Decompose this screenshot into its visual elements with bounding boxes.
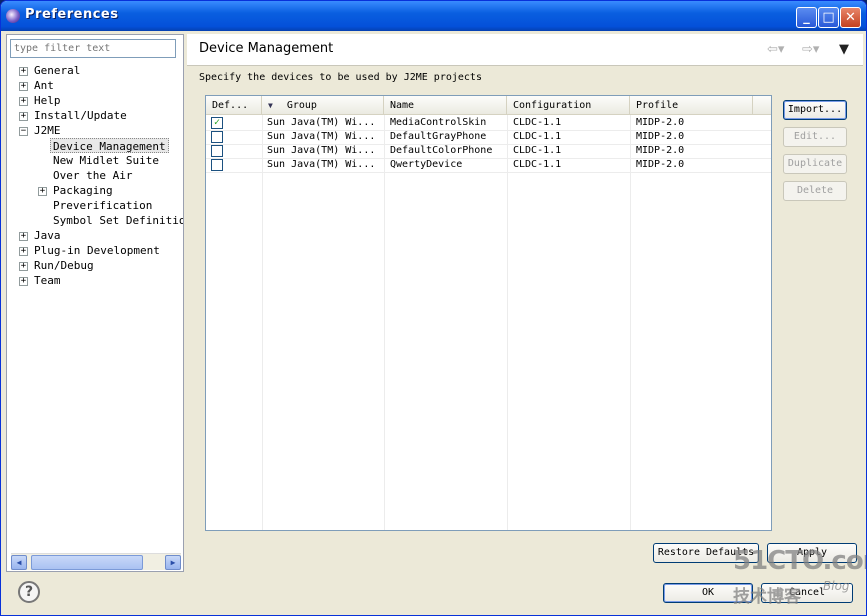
cell-name: DefaultColorPhone — [390, 145, 493, 156]
close-button[interactable]: ✕ — [840, 7, 861, 28]
tree-item-ant[interactable]: Ant — [34, 78, 54, 93]
column-divider — [630, 115, 631, 530]
device-management-page: Device Management ⇦▾ ⇨▾ ▼ Specify the de… — [187, 34, 863, 572]
expand-icon[interactable]: + — [38, 187, 47, 196]
column-header-profile[interactable]: Profile — [630, 96, 753, 115]
sort-descending-icon: ▼ — [268, 101, 273, 110]
cell-profile: MIDP-2.0 — [636, 159, 685, 170]
scrollbar-thumb[interactable] — [31, 555, 143, 570]
menu-dropdown-icon[interactable]: ▼ — [839, 42, 849, 57]
cell-profile: MIDP-2.0 — [636, 131, 685, 142]
title-bar[interactable]: Preferences _ □ ✕ — [1, 1, 866, 31]
column-divider — [384, 115, 385, 530]
preferences-window: Preferences _ □ ✕ General + Ant + Help +… — [0, 0, 867, 616]
page-header: Device Management ⇦▾ ⇨▾ ▼ — [187, 34, 863, 66]
expand-icon[interactable]: + — [19, 67, 28, 76]
default-checkbox[interactable] — [211, 131, 223, 143]
tree-item-over-the-air[interactable]: Over the Air — [53, 168, 132, 183]
cell-group: Sun Java(TM) Wi... — [267, 117, 376, 128]
expand-icon[interactable]: + — [19, 247, 28, 256]
default-checkbox[interactable] — [211, 159, 223, 171]
cell-name: MediaControlSkin — [390, 117, 487, 128]
table-row[interactable]: Sun Java(TM) Wi... DefaultColorPhone CLD… — [206, 144, 771, 158]
page-description: Specify the devices to be used by J2ME p… — [199, 72, 482, 83]
preference-tree-pane: General + Ant + Help + Install/Update + … — [6, 34, 184, 572]
tree-item-device-management[interactable]: Device Management — [50, 138, 169, 153]
forward-arrow-icon[interactable]: ⇨▾ — [802, 42, 819, 57]
tree-item-help[interactable]: Help — [34, 93, 61, 108]
cell-profile: MIDP-2.0 — [636, 117, 685, 128]
cell-name: DefaultGrayPhone — [390, 131, 487, 142]
tree-item-run-debug[interactable]: Run/Debug — [34, 258, 94, 273]
expand-icon[interactable]: + — [19, 262, 28, 271]
cell-profile: MIDP-2.0 — [636, 145, 685, 156]
duplicate-button[interactable]: Duplicate — [783, 154, 847, 174]
default-checkbox[interactable] — [211, 145, 223, 157]
expand-icon[interactable]: + — [19, 97, 28, 106]
cell-configuration: CLDC-1.1 — [513, 159, 562, 170]
tree-item-j2me[interactable]: J2ME — [34, 123, 61, 138]
maximize-button[interactable]: □ — [818, 7, 839, 28]
tree-item-symbol-set-definition[interactable]: Symbol Set Definition — [53, 213, 183, 228]
table-header: Def... ▼ Group Name Configuration Profile — [206, 96, 771, 115]
cell-configuration: CLDC-1.1 — [513, 117, 562, 128]
delete-button[interactable]: Delete — [783, 181, 847, 201]
filter-input[interactable] — [10, 39, 176, 58]
page-title: Device Management — [199, 41, 334, 56]
table-row[interactable]: Sun Java(TM) Wi... QwertyDevice CLDC-1.1… — [206, 158, 771, 172]
tree-item-preverification[interactable]: Preverification — [53, 198, 152, 213]
edit-button[interactable]: Edit... — [783, 127, 847, 147]
table-row[interactable]: Sun Java(TM) Wi... DefaultGrayPhone CLDC… — [206, 130, 771, 144]
cell-group: Sun Java(TM) Wi... — [267, 145, 376, 156]
expand-icon[interactable]: + — [19, 232, 28, 241]
tree-item-java[interactable]: Java — [34, 228, 61, 243]
watermark-blog-text: Blog — [823, 579, 850, 593]
column-header-default[interactable]: Def... — [206, 96, 262, 115]
column-divider — [507, 115, 508, 530]
window-title: Preferences — [25, 7, 119, 22]
help-icon[interactable]: ? — [18, 581, 40, 603]
horizontal-scrollbar[interactable]: ◀ ▶ — [11, 553, 181, 570]
cell-group: Sun Java(TM) Wi... — [267, 159, 376, 170]
column-header-name[interactable]: Name — [384, 96, 507, 115]
watermark-main-text: 51CTO.com — [733, 546, 866, 576]
import-button[interactable]: Import... — [783, 100, 847, 120]
column-header-group[interactable]: ▼ Group — [262, 96, 384, 115]
default-checkbox[interactable]: ✓ — [211, 117, 223, 129]
table-row[interactable]: ✓ Sun Java(TM) Wi... MediaControlSkin CL… — [206, 116, 771, 130]
back-arrow-icon[interactable]: ⇦▾ — [767, 42, 784, 57]
watermark-logo: 51CTO.com 技术博客 Blog — [733, 546, 866, 607]
tree-item-general[interactable]: General — [34, 63, 80, 78]
tree-item-team[interactable]: Team — [34, 273, 61, 288]
devices-table[interactable]: Def... ▼ Group Name Configuration Profile… — [205, 95, 772, 531]
expand-icon[interactable]: + — [19, 277, 28, 286]
tree-item-packaging[interactable]: Packaging — [53, 183, 113, 198]
tree-item-plugin-development[interactable]: Plug-in Development — [34, 243, 160, 258]
watermark-sub-text: 技术博客 — [733, 587, 801, 607]
expand-icon[interactable]: + — [19, 82, 28, 91]
column-header-group-label: Group — [286, 100, 317, 111]
minimize-button[interactable]: _ — [796, 7, 817, 28]
column-divider — [262, 115, 263, 530]
expand-icon[interactable]: + — [19, 112, 28, 121]
eclipse-icon — [6, 9, 20, 23]
cell-name: QwertyDevice — [390, 159, 463, 170]
column-header-configuration[interactable]: Configuration — [507, 96, 630, 115]
tree-item-new-midlet-suite[interactable]: New Midlet Suite — [53, 153, 159, 168]
tree-item-install-update[interactable]: Install/Update — [34, 108, 127, 123]
cell-group: Sun Java(TM) Wi... — [267, 131, 376, 142]
scroll-left-icon[interactable]: ◀ — [11, 555, 27, 570]
collapse-icon[interactable]: − — [19, 127, 28, 136]
cell-configuration: CLDC-1.1 — [513, 131, 562, 142]
scroll-right-icon[interactable]: ▶ — [165, 555, 181, 570]
cell-configuration: CLDC-1.1 — [513, 145, 562, 156]
row-divider — [206, 172, 771, 173]
